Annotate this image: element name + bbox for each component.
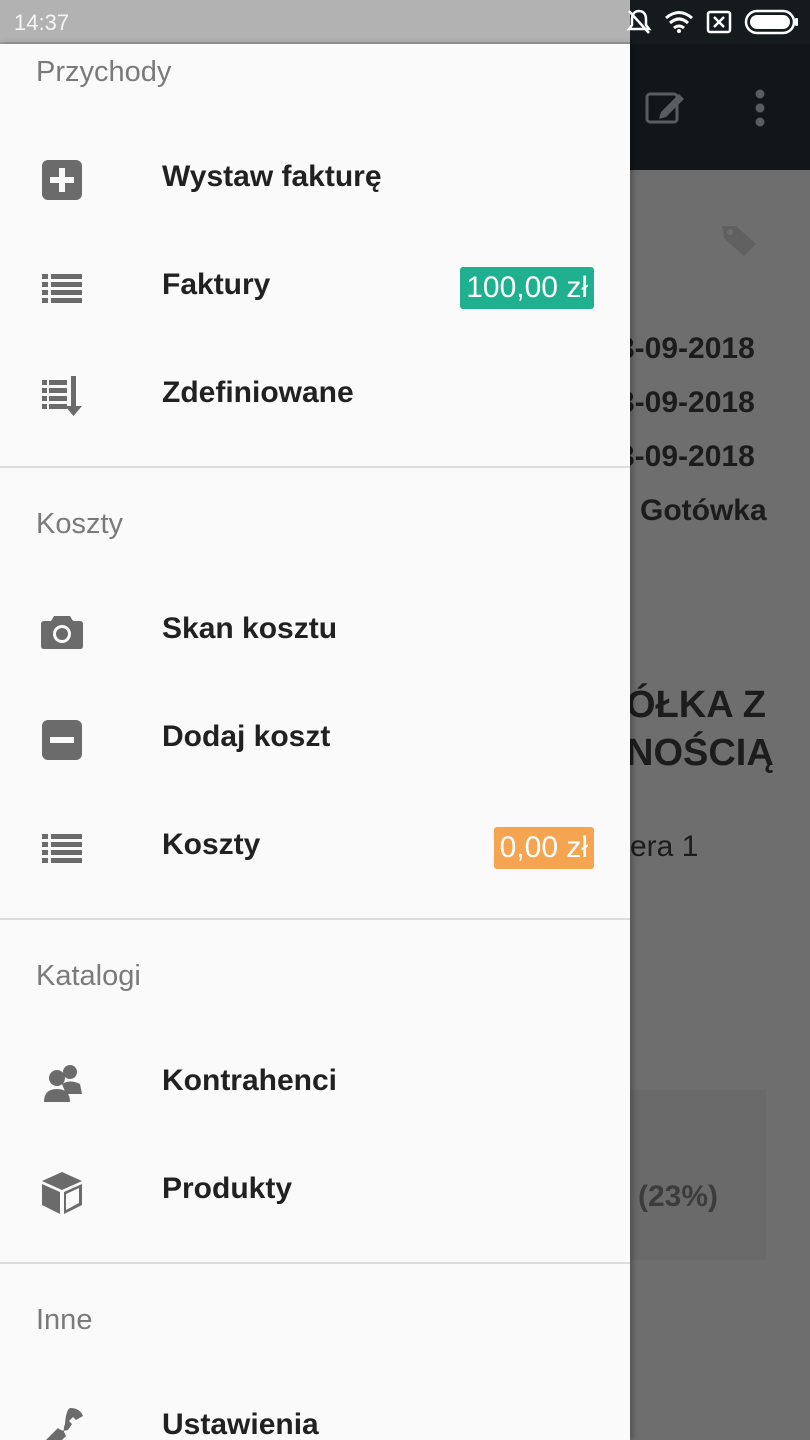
- summary-card: (23%): [626, 1090, 766, 1260]
- users-icon: [40, 1062, 86, 1108]
- wifi-icon: [664, 10, 694, 39]
- section-divider: [0, 918, 630, 920]
- costs-total-badge: 0,00 zł: [493, 827, 594, 869]
- battery-icon: [744, 9, 800, 40]
- menu-item-issue-invoice[interactable]: Wystaw fakturę: [0, 126, 630, 234]
- menu-item-predefined[interactable]: Zdefiniowane: [0, 342, 630, 450]
- status-time: 14:37: [14, 10, 70, 35]
- menu-label-predefined: Zdefiniowane: [162, 376, 354, 409]
- camera-icon: [40, 610, 86, 656]
- due-date: 3-09-2018: [618, 440, 755, 473]
- sale-date: 3-09-2018: [618, 386, 755, 419]
- section-title-income: Przychody: [36, 56, 172, 88]
- no-sim-icon: [706, 10, 732, 39]
- company-name-line2: NOŚCIĄ: [626, 732, 774, 774]
- company-name-line1: ÓŁKA Z: [626, 684, 767, 726]
- minus-square-icon: [40, 718, 86, 764]
- section-title-catalogs: Katalogi: [36, 960, 141, 992]
- cube-icon: [40, 1170, 86, 1216]
- section-title-other: Inne: [36, 1304, 93, 1336]
- status-bar-drawer-overlay: 14:37: [0, 0, 630, 44]
- payment-method: Gotówka: [640, 494, 767, 527]
- plus-square-icon: [40, 158, 86, 204]
- status-icons: [626, 8, 800, 41]
- tax-rate: (23%): [638, 1180, 719, 1213]
- section-divider: [0, 1262, 630, 1264]
- menu-item-settings[interactable]: Ustawienia: [0, 1374, 630, 1440]
- invoices-total-badge: 100,00 zł: [460, 267, 594, 309]
- section-divider: [0, 466, 630, 468]
- navigation-drawer: Przychody Wystaw fakturę Faktury 100,00 …: [0, 44, 630, 1440]
- address-text: era 1: [630, 830, 699, 863]
- list-icon: [40, 826, 86, 872]
- list-arrow-down-icon: [40, 374, 86, 420]
- status-bar: 14:37: [0, 0, 810, 44]
- menu-label-settings: Ustawienia: [162, 1408, 319, 1440]
- menu-label-add-cost: Dodaj koszt: [162, 720, 331, 753]
- menu-item-costs[interactable]: Koszty 0,00 zł: [0, 794, 630, 902]
- menu-item-invoices[interactable]: Faktury 100,00 zł: [0, 234, 630, 342]
- more-vert-icon[interactable]: [754, 88, 766, 133]
- menu-label-costs: Koszty: [162, 828, 261, 861]
- list-icon: [40, 266, 86, 312]
- tag-icon: [720, 222, 760, 263]
- menu-item-add-cost[interactable]: Dodaj koszt: [0, 686, 630, 794]
- menu-item-contractors[interactable]: Kontrahenci: [0, 1030, 630, 1138]
- menu-item-scan-cost[interactable]: Skan kosztu: [0, 578, 630, 686]
- menu-label-contractors: Kontrahenci: [162, 1064, 338, 1097]
- menu-label-issue-invoice: Wystaw fakturę: [162, 160, 382, 193]
- menu-label-invoices: Faktury: [162, 268, 271, 301]
- menu-label-scan-cost: Skan kosztu: [162, 612, 338, 645]
- edit-icon[interactable]: [645, 90, 687, 131]
- wrench-icon: [40, 1406, 86, 1440]
- section-title-costs: Koszty: [36, 508, 124, 540]
- menu-item-products[interactable]: Produkty: [0, 1138, 630, 1246]
- mute-icon: [626, 8, 652, 41]
- menu-label-products: Produkty: [162, 1172, 293, 1205]
- issue-date: 3-09-2018: [618, 332, 755, 365]
